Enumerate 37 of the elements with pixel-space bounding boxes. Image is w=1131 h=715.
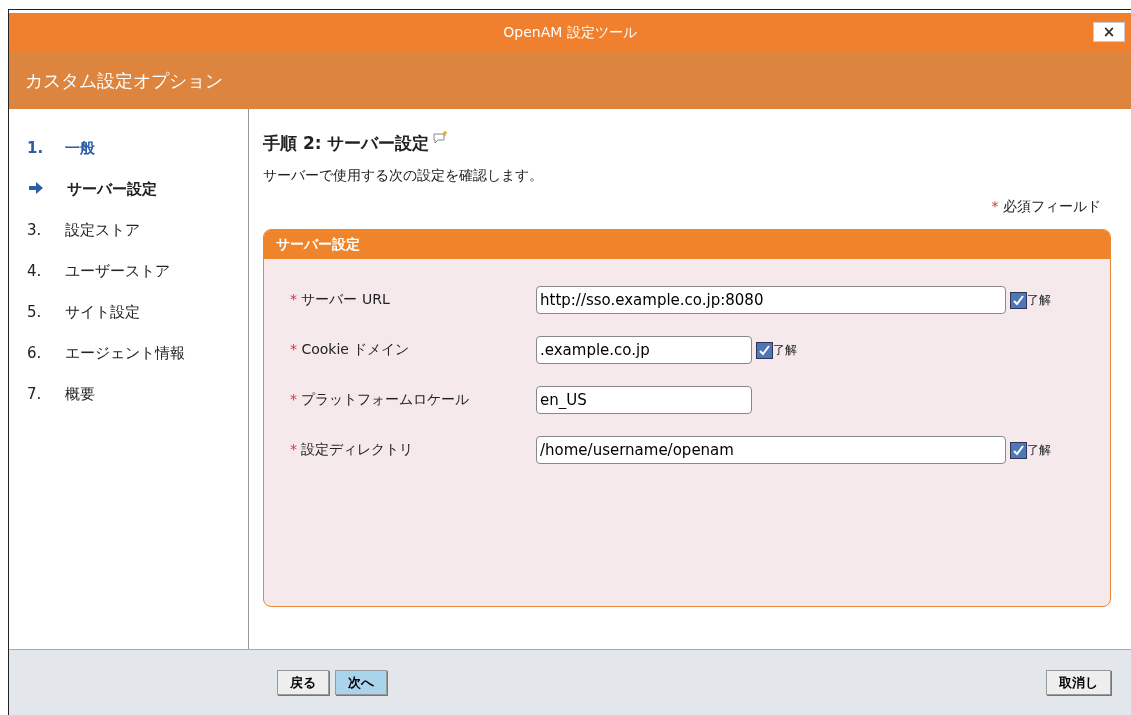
step-label: 設定ストア bbox=[65, 220, 140, 241]
panel-title: サーバー設定 bbox=[276, 235, 360, 252]
input-field[interactable]: .example.co.jp bbox=[536, 335, 752, 364]
input-field[interactable]: http://sso.example.co.jp:8080 bbox=[536, 285, 1006, 314]
checkbox[interactable] bbox=[756, 341, 773, 359]
checkbox-label: 了解 bbox=[1027, 441, 1051, 459]
page-title: 手順 2: サーバー設定 bbox=[263, 132, 430, 155]
back-button[interactable]: 戻る bbox=[277, 669, 329, 696]
step-label: サイト設定 bbox=[65, 302, 140, 323]
step-number: 7. bbox=[27, 384, 43, 405]
step-link[interactable]: 一般 bbox=[65, 137, 95, 160]
field-label: * Cookie ドメイン bbox=[290, 340, 411, 359]
step-label: ユーザーストア bbox=[65, 261, 170, 282]
field-label: * 設定ディレクトリ bbox=[290, 440, 415, 459]
header-title: カスタム設定オプション bbox=[25, 68, 223, 93]
step-number: 4. bbox=[27, 261, 43, 282]
field-label: * サーバー URL bbox=[290, 290, 391, 309]
checkbox[interactable] bbox=[1010, 441, 1027, 459]
checkbox[interactable] bbox=[1010, 291, 1027, 309]
step-number: 1. bbox=[27, 138, 45, 159]
page-description: サーバーで使用する次の設定を確認します。 bbox=[263, 165, 544, 185]
step-number: 3. bbox=[27, 220, 43, 241]
step-number: 6. bbox=[27, 343, 43, 364]
checkbox-label: 了解 bbox=[773, 341, 797, 359]
next-button[interactable]: 次へ bbox=[335, 669, 387, 696]
step-number: 5. bbox=[27, 302, 43, 323]
input-field[interactable]: en_US bbox=[536, 385, 752, 414]
step-label: エージェント情報 bbox=[65, 343, 185, 364]
field-label: * プラットフォームロケール bbox=[290, 390, 471, 409]
checkbox-label: 了解 bbox=[1027, 291, 1051, 309]
step-label: サーバー設定 bbox=[67, 179, 157, 200]
cancel-button[interactable]: 取消し bbox=[1046, 669, 1111, 696]
close-button[interactable]: × bbox=[1093, 22, 1125, 42]
input-field[interactable]: /home/username/openam bbox=[536, 435, 1006, 464]
step-label: 概要 bbox=[65, 384, 95, 405]
window-title: OpenAM 設定ツール bbox=[503, 22, 637, 42]
required-note: * 必須フィールド bbox=[991, 197, 1101, 214]
